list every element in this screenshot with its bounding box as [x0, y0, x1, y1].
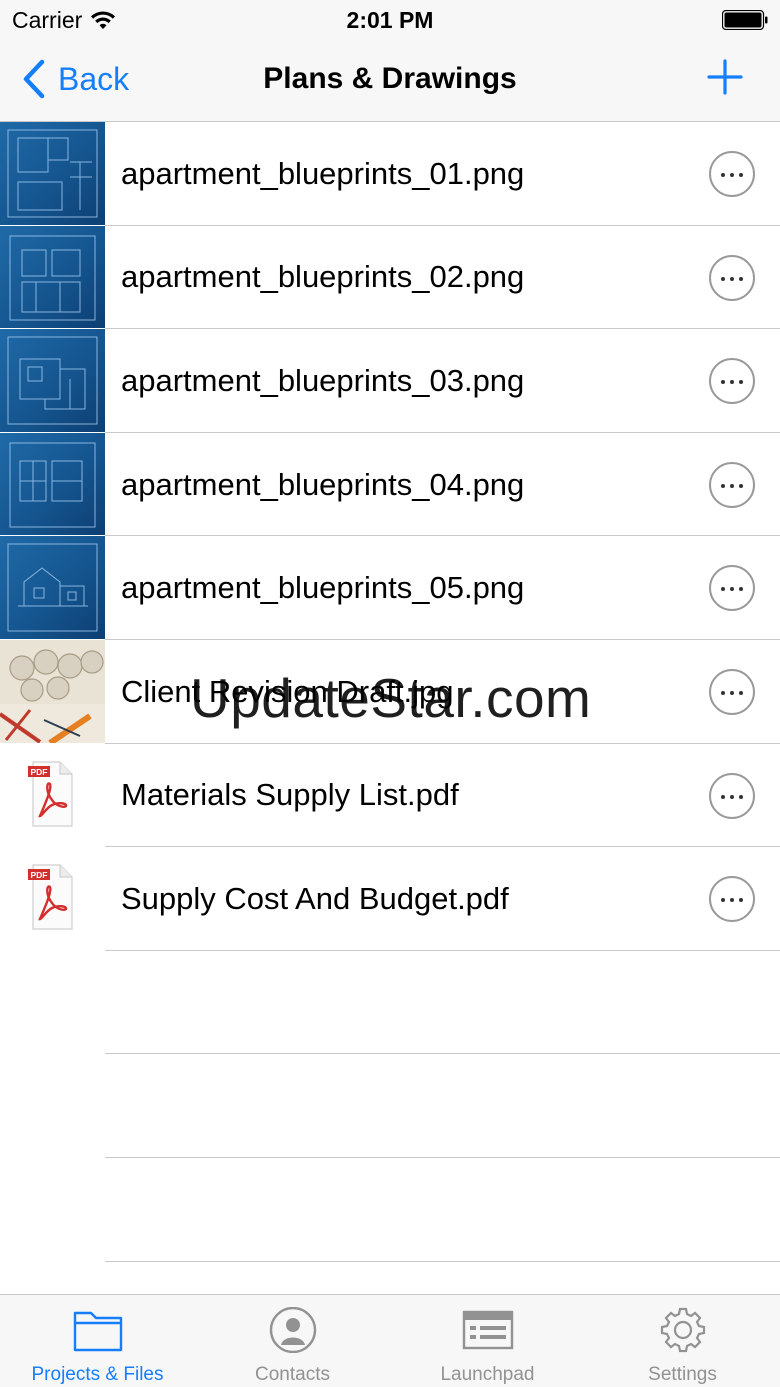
- launchpad-icon: [462, 1310, 513, 1350]
- blueprint-thumbnail: [0, 432, 105, 536]
- tab-bar: Projects & Files Contacts Launchpad Sett…: [0, 1294, 780, 1387]
- file-row[interactable]: apartment_blueprints_02.png: [0, 225, 780, 330]
- svg-text:PDF: PDF: [31, 870, 48, 880]
- add-button[interactable]: [706, 58, 744, 96]
- battery-icon: [722, 10, 768, 30]
- more-options-button[interactable]: [709, 151, 755, 197]
- pdf-file-icon: PDF: [0, 744, 105, 847]
- blueprint-thumbnail: [0, 122, 105, 225]
- tab-launchpad[interactable]: Launchpad: [390, 1295, 585, 1387]
- file-row[interactable]: apartment_blueprints_01.png: [0, 122, 780, 226]
- blueprint-thumbnail: [0, 536, 105, 639]
- folder-icon: [73, 1311, 122, 1352]
- status-bar: Carrier 2:01 PM: [0, 0, 780, 40]
- tab-label: Contacts: [255, 1364, 330, 1385]
- more-options-button[interactable]: [709, 876, 755, 923]
- file-name: apartment_blueprints_02.png: [121, 259, 525, 295]
- tab-projects-files[interactable]: Projects & Files: [0, 1295, 195, 1387]
- contact-icon: [269, 1307, 316, 1353]
- pdf-file-icon: PDF: [0, 847, 105, 950]
- page-title: Plans & Drawings: [263, 62, 517, 95]
- more-options-button[interactable]: [709, 772, 755, 819]
- file-row[interactable]: PDF Supply Cost And Budget.pdf: [0, 847, 780, 951]
- more-options-button[interactable]: [709, 461, 755, 508]
- file-row[interactable]: PDF Materials Supply List.pdf: [0, 744, 780, 848]
- navigation-bar: Back Plans & Drawings: [0, 40, 780, 122]
- file-list: apartment_blueprints_01.png apartment_bl…: [0, 122, 780, 1262]
- file-name: Client Revision Draft.jpg: [121, 673, 454, 709]
- more-options-button[interactable]: [709, 254, 755, 301]
- file-name: apartment_blueprints_05.png: [121, 570, 525, 606]
- more-options-button[interactable]: [709, 358, 755, 405]
- tab-contacts[interactable]: Contacts: [195, 1295, 390, 1387]
- photo-thumbnail: [0, 639, 105, 743]
- blueprint-thumbnail: [0, 225, 105, 329]
- file-name: Materials Supply List.pdf: [121, 777, 459, 813]
- file-name: apartment_blueprints_04.png: [121, 466, 525, 502]
- blueprint-thumbnail: [0, 329, 105, 432]
- file-name: apartment_blueprints_01.png: [121, 155, 525, 191]
- file-name: apartment_blueprints_03.png: [121, 362, 525, 398]
- empty-row: [0, 951, 780, 1055]
- file-row[interactable]: apartment_blueprints_04.png: [0, 432, 780, 537]
- status-time: 2:01 PM: [346, 7, 434, 33]
- file-row[interactable]: apartment_blueprints_03.png: [0, 329, 780, 433]
- more-options-button[interactable]: [709, 565, 755, 612]
- file-name: Supply Cost And Budget.pdf: [121, 880, 509, 916]
- more-options-button[interactable]: [709, 668, 755, 715]
- tab-label: Settings: [648, 1364, 717, 1385]
- tab-settings[interactable]: Settings: [585, 1295, 780, 1387]
- gear-icon: [660, 1307, 705, 1353]
- empty-row: [0, 1054, 780, 1158]
- svg-text:PDF: PDF: [31, 767, 48, 777]
- file-row[interactable]: apartment_blueprints_05.png: [0, 536, 780, 640]
- file-row[interactable]: Client Revision Draft.jpg: [0, 639, 780, 744]
- tab-label: Projects & Files: [31, 1364, 164, 1385]
- empty-row: [0, 1158, 780, 1262]
- tab-label: Launchpad: [440, 1364, 535, 1385]
